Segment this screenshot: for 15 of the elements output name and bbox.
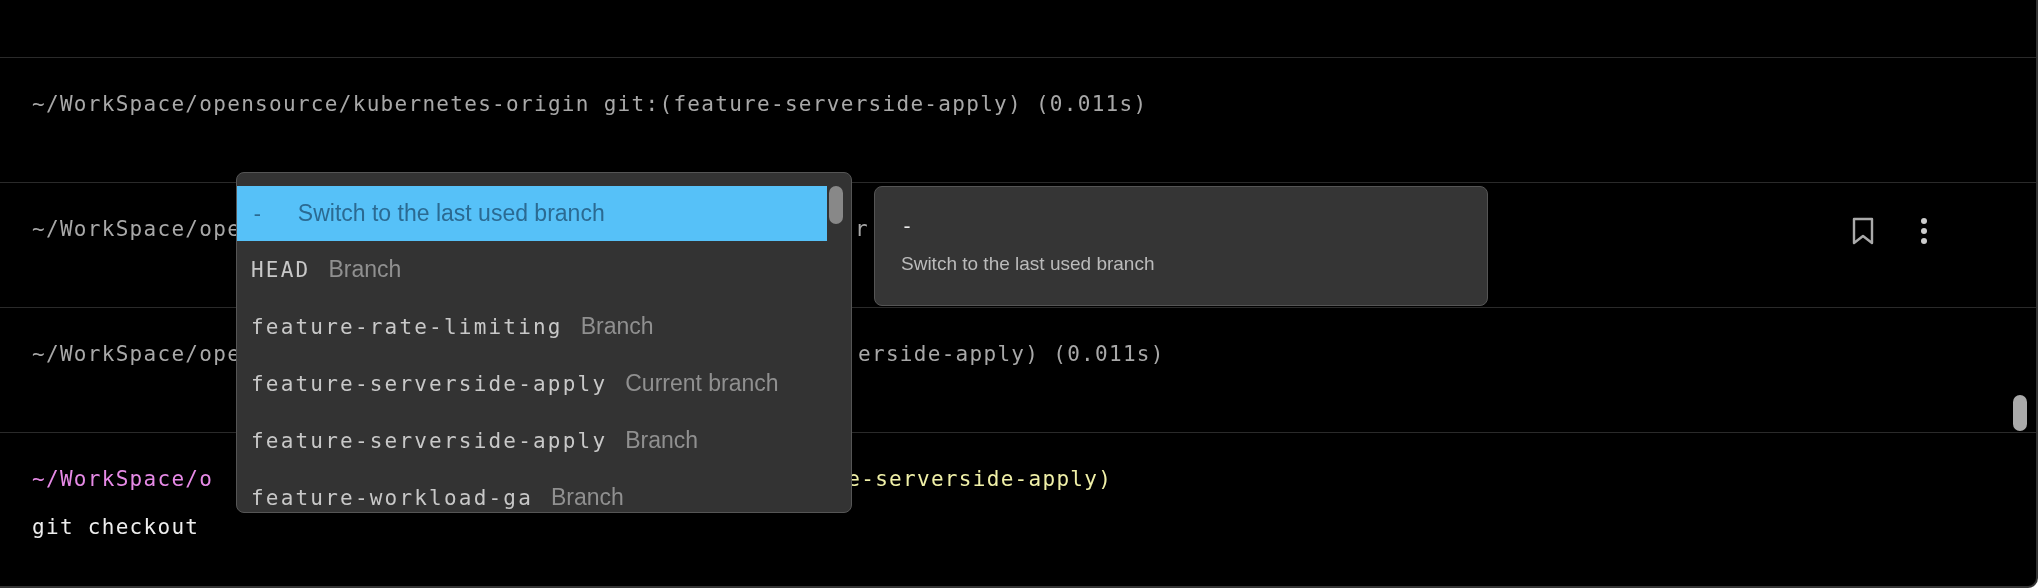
prompt-path: ~/WorkSpace/o	[32, 466, 214, 493]
command-input[interactable]: git checkout	[32, 513, 200, 541]
completion-item[interactable]: feature-serverside-apply Branch	[237, 412, 827, 469]
completion-item[interactable]: feature-workload-ga Branch	[237, 469, 827, 512]
completion-item[interactable]: HEAD Branch	[237, 241, 827, 298]
detail-description: Switch to the last used branch	[901, 253, 1156, 275]
detail-title: -	[901, 213, 914, 239]
scrollbar-thumb[interactable]	[829, 186, 843, 224]
bookmark-icon[interactable]	[1852, 217, 1874, 245]
scrollbar-thumb[interactable]	[2013, 395, 2027, 431]
command-output-line: r	[855, 216, 869, 243]
command-output-line: ~/WorkSpace/opensource/kubernetes-origin git:(feature-serverside-apply) (0.011s)	[32, 91, 1148, 118]
more-options-icon[interactable]	[1920, 217, 1928, 245]
command-output-line: erside-apply) (0.011s)	[858, 341, 1165, 368]
prompt-branch: e-serverside-apply)	[847, 466, 1113, 493]
